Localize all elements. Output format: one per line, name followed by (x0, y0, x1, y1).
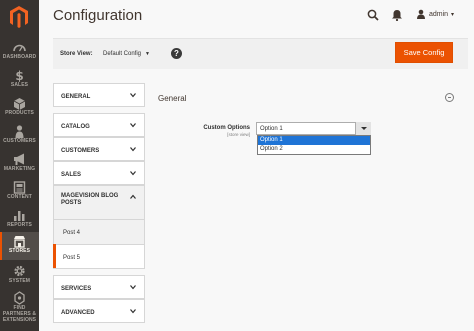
dropdown-option[interactable]: Option 2 (258, 145, 370, 154)
nav-item-system[interactable]: SYSTEM (0, 262, 39, 290)
custom-options-dropdown: Option 1 Option 2 (257, 135, 371, 155)
chevron-down-icon (130, 309, 136, 314)
magento-logo-icon[interactable] (10, 6, 28, 28)
tab-post-4[interactable]: Post 4 (53, 219, 145, 244)
save-config-button[interactable]: Save Config (395, 42, 453, 63)
store-view-switcher[interactable]: Default Config (103, 51, 141, 57)
tab-services[interactable]: SERVICES (53, 275, 145, 299)
bar-chart-icon (14, 211, 25, 221)
bell-icon[interactable] (392, 9, 402, 21)
chevron-down-icon (130, 93, 136, 98)
tab-general[interactable]: GENERAL (53, 83, 145, 107)
gear-icon (14, 265, 25, 277)
search-icon[interactable] (367, 9, 379, 21)
user-icon[interactable] (416, 9, 426, 19)
nav-item-products[interactable]: PRODUCTS (0, 94, 39, 122)
nav-item-dashboard[interactable]: DASHBOARD (0, 38, 39, 66)
svg-text:$: $ (15, 69, 23, 82)
chevron-down-icon (130, 147, 136, 152)
tab-catalog[interactable]: CATALOG (53, 113, 145, 137)
select-value: Option 1 (260, 126, 283, 132)
tab-label: SERVICES (61, 286, 92, 292)
tab-post-5[interactable]: Post 5 (53, 244, 145, 269)
field-label: Custom Options (203, 125, 250, 131)
tab-sales[interactable]: SALES (53, 161, 145, 185)
tab-label: SALES (61, 172, 82, 178)
chevron-up-icon (130, 194, 136, 199)
nav-item-sales[interactable]: $ SALES (0, 66, 39, 94)
dollar-icon: $ (15, 69, 23, 82)
tab-advanced[interactable]: ADVANCED (53, 299, 145, 323)
tab-label: GENERAL (61, 94, 91, 100)
chevron-down-icon[interactable]: ▾ (451, 11, 454, 18)
field-scope: [store view] (227, 132, 250, 137)
section-title[interactable]: General (158, 94, 186, 103)
nav-item-content[interactable]: CONTENT (0, 178, 39, 206)
store-icon (14, 236, 25, 248)
tab-label: CATALOG (61, 124, 90, 130)
nav-item-reports[interactable]: REPORTS (0, 206, 39, 234)
admin-sidebar: DASHBOARD $ SALES PRODUCTS CUSTOMERS MAR… (0, 0, 39, 331)
tab-label: Post 5 (63, 255, 81, 261)
nav-item-customers[interactable]: CUSTOMERS (0, 122, 39, 150)
config-tabs: GENERAL CATALOG CUSTOMERS SALES MAGEVISI… (53, 83, 145, 323)
nav-item-marketing[interactable]: MARKETING (0, 150, 39, 178)
megaphone-icon (14, 153, 24, 165)
tab-label: MAGEVISION BLOG POSTS (61, 193, 119, 206)
chevron-down-icon[interactable] (355, 122, 371, 135)
partners-icon (14, 291, 25, 305)
custom-options-select[interactable]: Option 1 (256, 122, 371, 135)
chevron-down-icon[interactable]: ▼ (145, 51, 150, 57)
help-icon[interactable]: ? (171, 48, 182, 59)
chevron-down-icon (130, 171, 136, 176)
tab-label: Post 4 (63, 230, 81, 236)
dashboard-icon (13, 44, 26, 52)
nav-item-stores[interactable]: STORES (0, 232, 39, 260)
person-icon (15, 125, 24, 138)
tab-customers[interactable]: CUSTOMERS (53, 137, 145, 161)
chevron-down-icon (130, 123, 136, 128)
tab-magevision-blog-posts[interactable]: MAGEVISION BLOG POSTS (53, 185, 145, 219)
admin-username[interactable]: admin (429, 11, 448, 18)
collapse-icon[interactable] (445, 93, 454, 102)
cube-icon (13, 98, 26, 110)
nav-item-partners[interactable]: FIND PARTNERS & EXTENSIONS (0, 289, 39, 327)
dropdown-option[interactable]: Option 1 (258, 136, 370, 145)
tab-label: CUSTOMERS (61, 148, 100, 154)
chevron-down-icon (130, 285, 136, 290)
content-icon (13, 181, 26, 194)
page-title: Configuration (53, 7, 143, 24)
tab-label: ADVANCED (61, 310, 95, 316)
store-view-label: Store View: (60, 51, 93, 57)
